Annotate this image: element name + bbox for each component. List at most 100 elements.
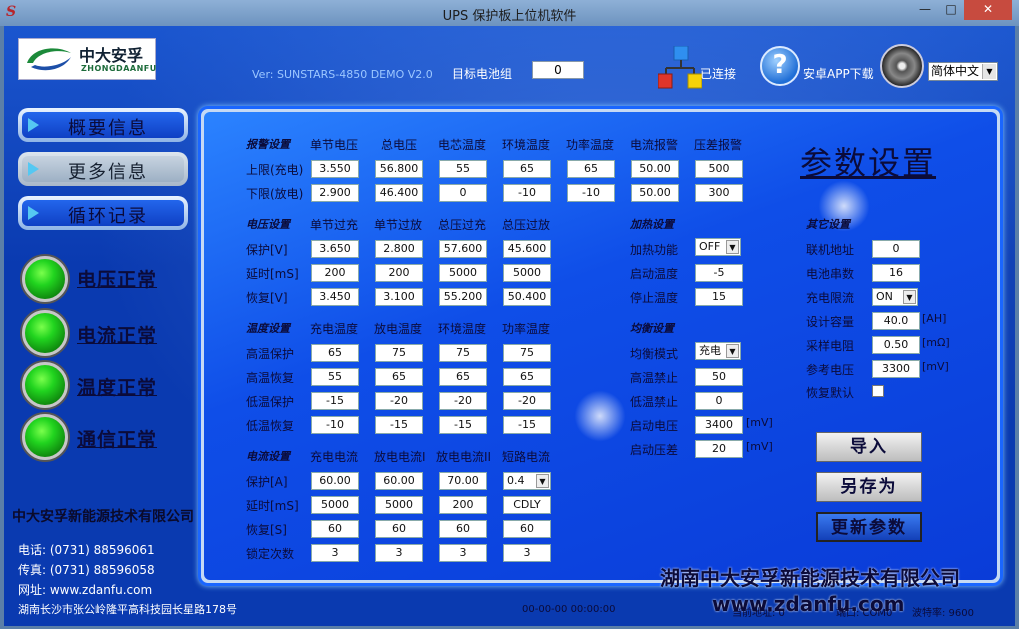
voltage-input[interactable]: 3.450: [311, 288, 359, 306]
temperature-input[interactable]: 65: [503, 368, 551, 386]
heating-start-temp-input[interactable]: -5: [695, 264, 743, 282]
help-icon[interactable]: ?: [760, 46, 800, 86]
alarm-input[interactable]: 0: [439, 184, 487, 202]
current-input[interactable]: 60: [311, 520, 359, 538]
current-input[interactable]: 3: [439, 544, 487, 562]
temperature-input[interactable]: 65: [375, 368, 423, 386]
update-parameters-button[interactable]: 更新参数: [816, 512, 922, 542]
voltage-input[interactable]: 3.100: [375, 288, 423, 306]
temperature-input[interactable]: 65: [311, 344, 359, 362]
voltage-input[interactable]: 200: [375, 264, 423, 282]
heating-function-select[interactable]: OFF ▼: [695, 238, 741, 256]
current-input[interactable]: 70.00: [439, 472, 487, 490]
current-input[interactable]: CDLY: [503, 496, 551, 514]
alarm-col-header: 环境温度: [502, 138, 551, 152]
temperature-input[interactable]: 75: [375, 344, 423, 362]
alarm-col-header: 功率温度: [566, 138, 615, 152]
current-input[interactable]: 60: [375, 520, 423, 538]
alarm-input[interactable]: -10: [503, 184, 551, 202]
alarm-input[interactable]: 2.900: [311, 184, 359, 202]
temperature-input[interactable]: -15: [503, 416, 551, 434]
current-input[interactable]: 3: [375, 544, 423, 562]
balance-mode-select[interactable]: 充电 ▼: [695, 342, 741, 360]
temperature-input[interactable]: -10: [311, 416, 359, 434]
target-battery-input[interactable]: 0: [532, 61, 584, 79]
current-input[interactable]: 200: [439, 496, 487, 514]
sample-resistor-input[interactable]: 0.50: [872, 336, 920, 354]
voltage-input[interactable]: 55.200: [439, 288, 487, 306]
current-input[interactable]: 3: [503, 544, 551, 562]
import-button[interactable]: 导入: [816, 432, 922, 462]
balance-start-voltage-input[interactable]: 3400: [695, 416, 743, 434]
communication-status-label[interactable]: 通信正常: [77, 425, 157, 452]
minimize-button[interactable]: —: [912, 0, 938, 20]
nav-cycle-record-button[interactable]: 循环记录: [18, 196, 188, 230]
temperature-input[interactable]: -15: [375, 416, 423, 434]
balance-start-diff-input[interactable]: 20: [695, 440, 743, 458]
cell-count-input[interactable]: 16: [872, 264, 920, 282]
voltage-input[interactable]: 2.800: [375, 240, 423, 258]
balance-high-temp-input[interactable]: 50: [695, 368, 743, 386]
current-input[interactable]: 60.00: [311, 472, 359, 490]
restore-default-checkbox[interactable]: [872, 385, 884, 397]
voltage-input[interactable]: 45.600: [503, 240, 551, 258]
voltage-input[interactable]: 50.400: [503, 288, 551, 306]
current-input[interactable]: 60: [439, 520, 487, 538]
alarm-input[interactable]: 55: [439, 160, 487, 178]
temperature-input[interactable]: 55: [311, 368, 359, 386]
alarm-input[interactable]: 65: [567, 160, 615, 178]
temperature-input[interactable]: 75: [503, 344, 551, 362]
voltage-input[interactable]: 5000: [439, 264, 487, 282]
heating-stop-temp-input[interactable]: 15: [695, 288, 743, 306]
current-input[interactable]: 5000: [375, 496, 423, 514]
alarm-input[interactable]: 50.00: [631, 160, 679, 178]
current-input[interactable]: 5000: [311, 496, 359, 514]
voltage-input[interactable]: 5000: [503, 264, 551, 282]
alarm-input[interactable]: 46.400: [375, 184, 423, 202]
voltage-input[interactable]: 57.600: [439, 240, 487, 258]
current-input[interactable]: 60.00: [375, 472, 423, 490]
temperature-input[interactable]: -15: [439, 416, 487, 434]
reference-voltage-input[interactable]: 3300: [872, 360, 920, 378]
alarm-input[interactable]: -10: [567, 184, 615, 202]
heating-row-label: 启动温度: [630, 267, 679, 281]
design-capacity-input[interactable]: 40.0: [872, 312, 920, 330]
charge-limit-select[interactable]: ON ▼: [872, 288, 918, 306]
logo-swirl-icon: [27, 48, 71, 71]
temperature-input[interactable]: -20: [439, 392, 487, 410]
company-phone: 电话: (0731) 88596061: [18, 543, 155, 557]
balance-low-temp-input[interactable]: 0: [695, 392, 743, 410]
nav-overview-button[interactable]: 概要信息: [18, 108, 188, 142]
device-address-input[interactable]: 0: [872, 240, 920, 258]
maximize-button[interactable]: □: [938, 0, 964, 20]
alarm-input[interactable]: 56.800: [375, 160, 423, 178]
alarm-input[interactable]: 500: [695, 160, 743, 178]
temperature-status-label[interactable]: 温度正常: [77, 373, 157, 400]
alarm-col-header: 压差报警: [694, 138, 743, 152]
temperature-input[interactable]: -15: [311, 392, 359, 410]
play-icon: [28, 118, 39, 132]
close-button[interactable]: ✕: [964, 0, 1012, 20]
temperature-input[interactable]: 75: [439, 344, 487, 362]
chevron-down-icon: ▼: [726, 344, 739, 358]
nav-more-info-button[interactable]: 更多信息: [18, 152, 188, 186]
save-as-button[interactable]: 另存为: [816, 472, 922, 502]
voltage-input[interactable]: 3.650: [311, 240, 359, 258]
temperature-input[interactable]: -20: [503, 392, 551, 410]
voltage-input[interactable]: 200: [311, 264, 359, 282]
alarm-input[interactable]: 3.550: [311, 160, 359, 178]
alarm-input[interactable]: 300: [695, 184, 743, 202]
temperature-input[interactable]: 65: [439, 368, 487, 386]
current-status-label[interactable]: 电流正常: [77, 321, 157, 348]
alarm-input[interactable]: 65: [503, 160, 551, 178]
language-select[interactable]: 简体中文 ▼: [928, 62, 998, 81]
temperature-input[interactable]: -20: [375, 392, 423, 410]
app-download-link[interactable]: 安卓APP下载: [803, 65, 874, 82]
speaker-icon[interactable]: [880, 44, 924, 88]
alarm-input[interactable]: 50.00: [631, 184, 679, 202]
current-input[interactable]: 60: [503, 520, 551, 538]
current-input[interactable]: 3: [311, 544, 359, 562]
voltage-status-label[interactable]: 电压正常: [77, 265, 157, 292]
short-circuit-select[interactable]: 0.4 ▼: [503, 472, 551, 490]
temperature-row-label: 高温恢复: [246, 371, 295, 385]
